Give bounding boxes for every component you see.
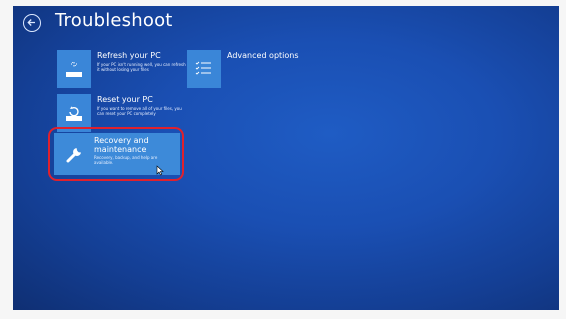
photo-frame: Troubleshoot Refresh your PC If your PC … (0, 0, 566, 319)
checklist-icon (187, 50, 221, 88)
advanced-options-tile[interactable]: Advanced options (187, 50, 309, 88)
tile-label: Refresh your PC (97, 51, 161, 60)
troubleshoot-screen: Troubleshoot Refresh your PC If your PC … (13, 6, 559, 310)
tile-description: If your PC isn't running well, you can r… (97, 62, 186, 72)
page-title: Troubleshoot (55, 10, 173, 31)
tile-label: Reset your PC (97, 95, 153, 104)
back-button[interactable] (23, 14, 41, 32)
refresh-pc-icon (57, 50, 91, 88)
tile-label: Advanced options (227, 51, 299, 60)
tile-description: If you want to remove all of your files,… (97, 106, 182, 116)
back-arrow-icon (27, 19, 35, 26)
mouse-cursor-icon (156, 165, 164, 176)
refresh-pc-tile[interactable]: Refresh your PC If your PC isn't running… (57, 50, 186, 88)
